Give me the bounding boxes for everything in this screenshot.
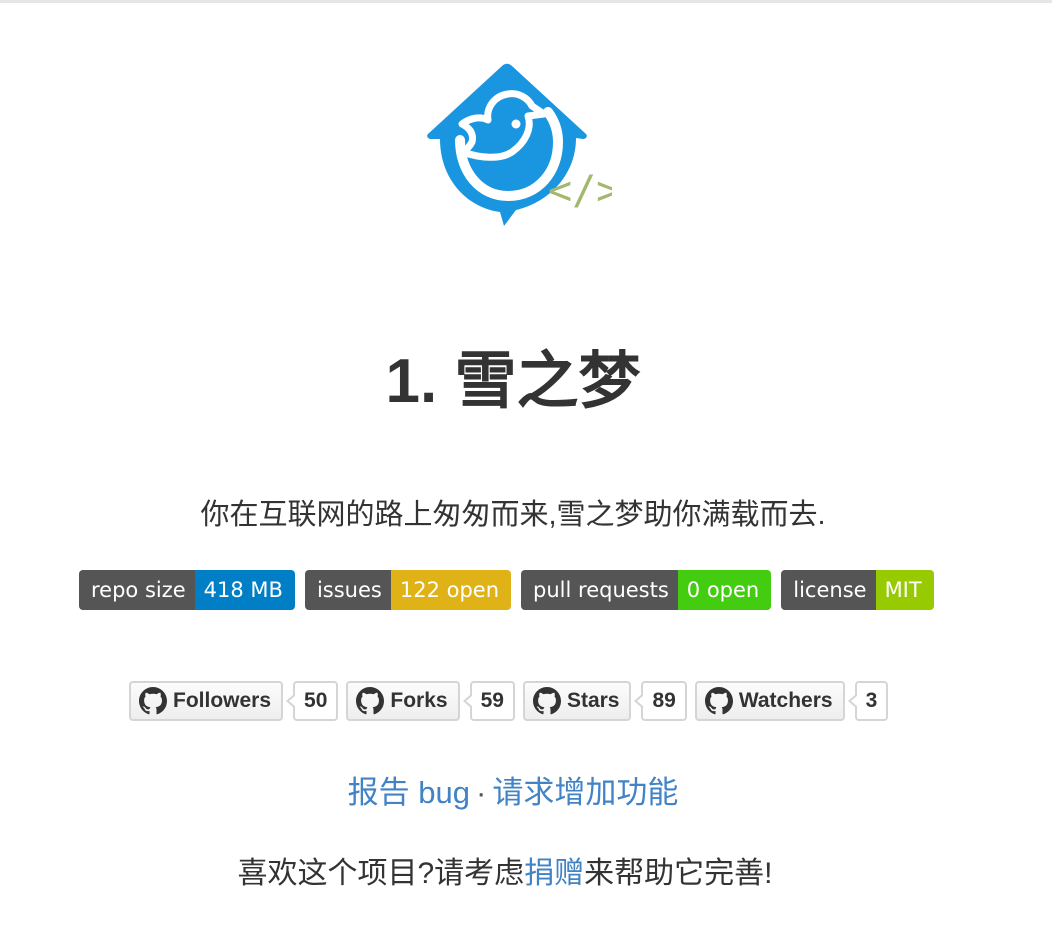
action-links: 报告 bug · 请求增加功能 <box>0 772 1026 814</box>
stars-button[interactable]: Stars <box>522 681 632 721</box>
followers-count[interactable]: 50 <box>285 681 339 721</box>
github-icon <box>532 687 561 715</box>
donate-line: 喜欢这个项目?请考虑捐赠来帮助它完善! <box>0 853 1010 895</box>
forks-count[interactable]: 59 <box>462 681 515 721</box>
badge-value: 0 open <box>677 570 772 610</box>
tagline: 你在互联网的路上匆匆而来,雪之梦助你满载而去. <box>200 499 826 531</box>
issues-badge[interactable]: issues 122 open <box>304 570 512 610</box>
badge-value: 418 MB <box>194 570 295 610</box>
report-bug-link[interactable]: 报告 bug <box>348 775 470 810</box>
watchers-group: Watchers 3 <box>694 681 889 721</box>
donate-suffix: 来帮助它完善! <box>584 857 773 890</box>
badge-label: pull requests <box>521 570 678 610</box>
watchers-count[interactable]: 3 <box>847 681 889 721</box>
forks-group: Forks 59 <box>346 681 515 721</box>
watchers-label: Watchers <box>738 689 833 712</box>
followers-button[interactable]: Followers <box>129 681 284 721</box>
github-icon <box>704 687 733 715</box>
page-title: 1. 雪之梦 <box>385 347 641 416</box>
top-divider <box>0 0 1052 3</box>
badge-label: repo size <box>79 570 195 610</box>
svg-text:</>: </> <box>548 168 612 214</box>
watchers-button[interactable]: Watchers <box>694 681 845 721</box>
feature-request-link[interactable]: 请求增加功能 <box>492 775 678 810</box>
stars-count[interactable]: 89 <box>634 681 687 721</box>
github-icon <box>139 687 167 715</box>
link-separator: · <box>476 775 487 810</box>
followers-label: Followers <box>173 689 272 712</box>
stars-group: Stars 89 <box>522 681 687 721</box>
license-badge[interactable]: license MIT <box>781 570 934 610</box>
forks-button[interactable]: Forks <box>346 681 460 721</box>
pull-requests-badge[interactable]: pull requests 0 open <box>521 570 772 610</box>
bird-logo-icon: </> <box>427 63 612 226</box>
badge-label: license <box>781 570 876 610</box>
forks-label: Forks <box>390 689 448 712</box>
donate-prefix: 喜欢这个项目?请考虑 <box>237 857 525 890</box>
github-icon <box>356 687 385 715</box>
donate-link[interactable]: 捐赠 <box>524 857 584 890</box>
followers-group: Followers 50 <box>129 681 339 721</box>
badge-row: repo size 418 MB issues 122 open pull re… <box>79 570 934 610</box>
badge-value: MIT <box>875 570 934 610</box>
badge-value: 122 open <box>390 570 512 610</box>
repo-size-badge[interactable]: repo size 418 MB <box>79 570 295 610</box>
github-buttons-row: Followers 50 Forks 59 Stars 89 Watchers … <box>129 681 889 721</box>
page: </> 1. 雪之梦 你在互联网的路上匆匆而来,雪之梦助你满载而去. repo … <box>0 0 1052 934</box>
badge-label: issues <box>304 570 391 610</box>
stars-label: Stars <box>566 689 620 712</box>
